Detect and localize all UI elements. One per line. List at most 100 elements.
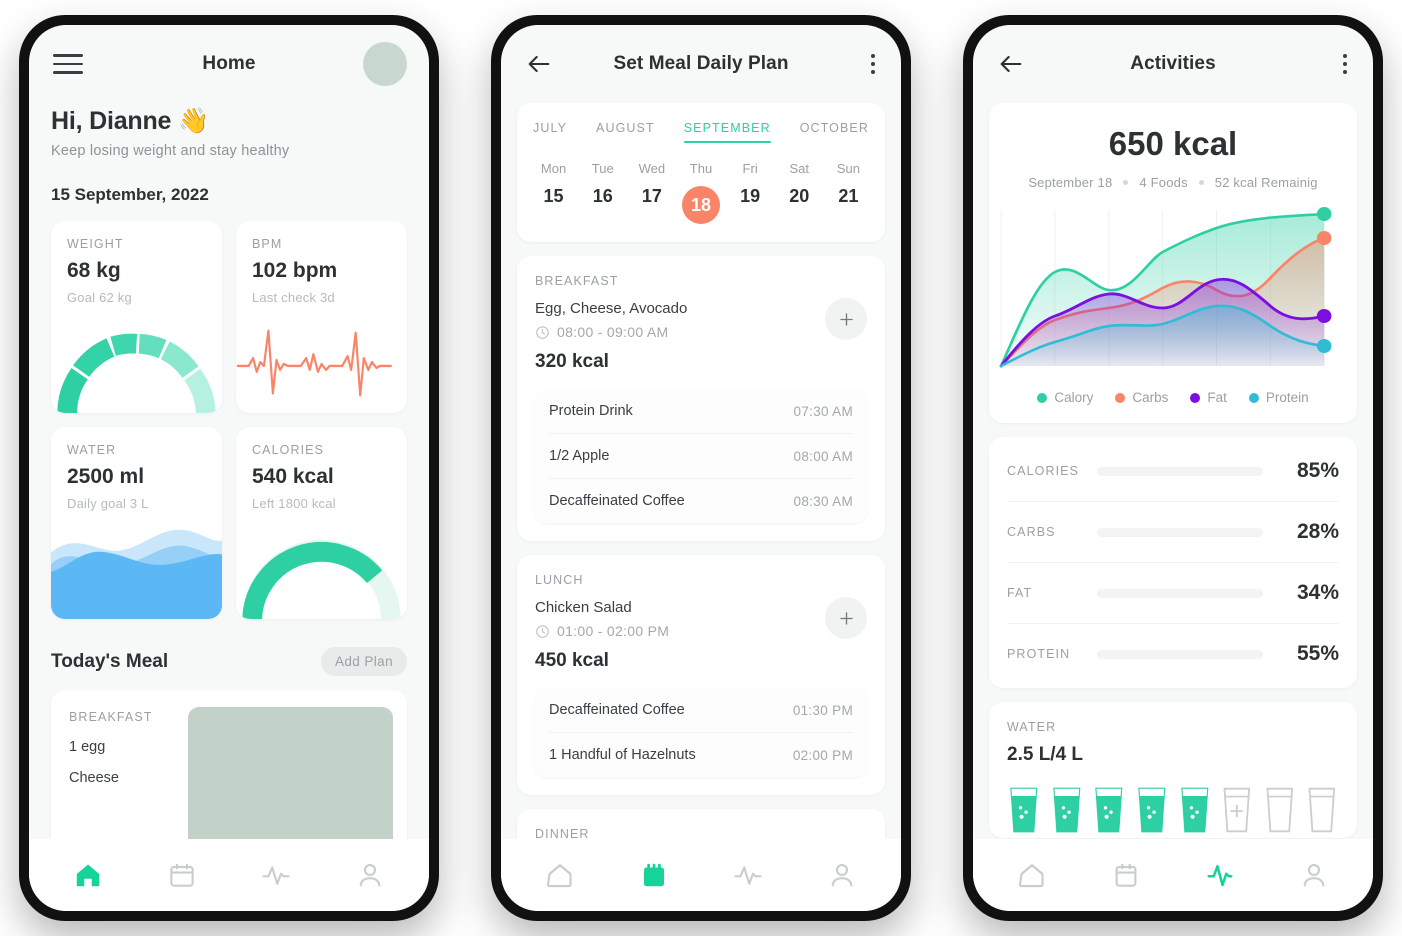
month-tab-august[interactable]: AUGUST [596, 121, 655, 143]
food-row[interactable]: Decaffeinated Coffee 08:30 AM [549, 479, 853, 523]
avatar[interactable] [363, 42, 407, 86]
nutrition-area-chart[interactable] [989, 190, 1357, 384]
meal-name: Egg, Cheese, Avocado [535, 300, 688, 317]
meal-block-dinner: DINNER [517, 809, 885, 839]
phone-3-bottom-nav [973, 839, 1373, 911]
nav-profile-icon[interactable] [355, 860, 385, 890]
phone-1-screen: Home Hi, Dianne 👋 Keep losing weight and… [29, 25, 429, 911]
nav-activity-icon[interactable] [1205, 860, 1235, 890]
progress-row-fat: FAT 34% [1007, 563, 1339, 624]
phone-3-scroll[interactable]: 650 kcal September 18 4 Foods 52 kcal Re… [973, 103, 1373, 839]
month-tab-september[interactable]: SEPTEMBER [683, 121, 771, 143]
day-cell-21[interactable]: 21 [824, 186, 873, 224]
nav-home-icon[interactable] [73, 860, 103, 890]
meal-block-breakfast: BREAKFAST Egg, Cheese, Avocado 08:00 - 0… [517, 256, 885, 541]
month-tab-july[interactable]: JULY [533, 121, 567, 143]
legend-item-calory[interactable]: Calory [1037, 390, 1093, 405]
nav-home-icon[interactable] [1017, 860, 1047, 890]
plus-icon [839, 611, 853, 625]
greeting-subtitle: Keep losing weight and stay healthy [51, 143, 290, 159]
progress-track [1097, 527, 1263, 537]
day-cell-17[interactable]: 17 [627, 186, 676, 224]
kebab-menu-icon[interactable] [1343, 54, 1347, 74]
progress-row-calories: CALORIES 85% [1007, 441, 1339, 502]
water-waves-icon [51, 521, 222, 619]
meal-time-text: 08:00 - 09:00 AM [557, 324, 669, 340]
legend-item-carbs[interactable]: Carbs [1115, 390, 1168, 405]
stat-card-weight[interactable]: WEIGHT 68 kg Goal 62 kg [51, 221, 222, 413]
day-cell-19[interactable]: 19 [726, 186, 775, 224]
meal-card-text: BREAKFAST 1 egg Cheese [69, 710, 153, 839]
day-number: 15 [543, 186, 564, 206]
calorie-chart-panel: 650 kcal September 18 4 Foods 52 kcal Re… [989, 103, 1357, 423]
day-number: 21 [838, 186, 859, 206]
meal-label: BREAKFAST [69, 710, 153, 724]
total-calories: 650 kcal [1108, 125, 1238, 162]
meal-name: Chicken Salad [535, 599, 632, 616]
stat-card-water[interactable]: WATER 2500 ml Daily goal 3 L [51, 427, 222, 619]
calorie-meta-row: September 18 4 Foods 52 kcal Remainig [989, 175, 1357, 190]
add-food-button[interactable] [825, 597, 867, 639]
water-glass-filled-icon[interactable] [1178, 782, 1212, 838]
water-glass-filled-icon[interactable] [1050, 782, 1084, 838]
nav-calendar-icon[interactable] [1111, 860, 1141, 890]
nav-activity-icon[interactable] [733, 860, 763, 890]
nav-activity-icon[interactable] [261, 860, 291, 890]
back-arrow-icon[interactable] [997, 50, 1025, 78]
month-tab-october[interactable]: OCTOBER [800, 121, 869, 143]
water-glass-add-icon[interactable] [1220, 782, 1254, 838]
legend-swatch [1190, 392, 1201, 403]
food-row[interactable]: Protein Drink 07:30 AM [549, 389, 853, 434]
add-food-button[interactable] [825, 298, 867, 340]
phone-1-scroll[interactable]: Hi, Dianne 👋 Keep losing weight and stay… [29, 103, 429, 839]
stat-card-calories[interactable]: CALORIES 540 kcal Left 1800 kcal [236, 427, 407, 619]
water-glass-filled-icon[interactable] [1007, 782, 1041, 838]
legend-label: Protein [1265, 390, 1309, 405]
phone-2-scroll[interactable]: JULY AUGUST SEPTEMBER OCTOBER Mon Tue We… [501, 103, 901, 839]
todays-meal-card[interactable]: BREAKFAST 1 egg Cheese [51, 690, 407, 839]
meta-separator-dot [1198, 180, 1204, 185]
legend-item-fat[interactable]: Fat [1190, 390, 1227, 405]
kebab-menu-icon[interactable] [871, 54, 875, 74]
nav-profile-icon[interactable] [827, 860, 857, 890]
weekday-label: Tue [591, 161, 614, 176]
water-glass-filled-icon[interactable] [1092, 782, 1126, 838]
phone-2-bottom-nav [501, 839, 901, 911]
date-picker-panel: JULY AUGUST SEPTEMBER OCTOBER Mon Tue We… [517, 103, 885, 242]
food-row[interactable]: 1 Handful of Hazelnuts 02:00 PM [549, 733, 853, 777]
day-cell-15[interactable]: 15 [529, 186, 578, 224]
add-plan-button[interactable]: Add Plan [321, 647, 407, 676]
weekday-label: Wed [638, 161, 666, 176]
day-cell-20[interactable]: 20 [775, 186, 824, 224]
nav-profile-icon[interactable] [1299, 860, 1329, 890]
food-row[interactable]: 1/2 Apple 08:00 AM [549, 434, 853, 479]
nav-calendar-icon[interactable] [639, 860, 669, 890]
water-glass-empty-icon[interactable] [1263, 782, 1297, 838]
chart-endpoint-calory [1316, 207, 1332, 221]
progress-row-protein: PROTEIN 55% [1007, 624, 1339, 684]
day-cell-18-selected[interactable]: 18 [676, 186, 725, 224]
water-glass-filled-icon[interactable] [1135, 782, 1169, 838]
food-name: Protein Drink [549, 403, 633, 419]
weekday-label: Sun [836, 161, 860, 176]
phone-3-screen: Activities 650 kcal September 18 4 Foods… [973, 25, 1373, 911]
phone-3-topbar: Activities [973, 25, 1373, 103]
stat-card-bpm[interactable]: BPM 102 bpm Last check 3d [236, 221, 407, 413]
day-number-row: 15 16 17 18 19 20 21 [517, 186, 885, 242]
progress-row-carbs: CARBS 28% [1007, 502, 1339, 563]
progress-label: CARBS [1007, 525, 1056, 539]
day-cell-16[interactable]: 16 [578, 186, 627, 224]
nav-home-icon[interactable] [545, 860, 575, 890]
stat-card-grid: WEIGHT 68 kg Goal 62 kg BPM 102 bpm Last… [51, 221, 407, 619]
back-arrow-icon[interactable] [525, 50, 553, 78]
section-title: Today's Meal [51, 650, 169, 672]
food-name: Decaffeinated Coffee [549, 493, 685, 509]
water-glass-empty-icon[interactable] [1305, 782, 1339, 838]
screenshot-stage: Home Hi, Dianne 👋 Keep losing weight and… [0, 0, 1402, 936]
nav-calendar-icon[interactable] [167, 860, 197, 890]
hamburger-icon[interactable] [53, 48, 83, 80]
legend-item-protein[interactable]: Protein [1248, 390, 1309, 405]
progress-label: CALORIES [1007, 464, 1080, 478]
phone-2-content: JULY AUGUST SEPTEMBER OCTOBER Mon Tue We… [501, 103, 901, 839]
food-row[interactable]: Decaffeinated Coffee 01:30 PM [549, 688, 853, 733]
